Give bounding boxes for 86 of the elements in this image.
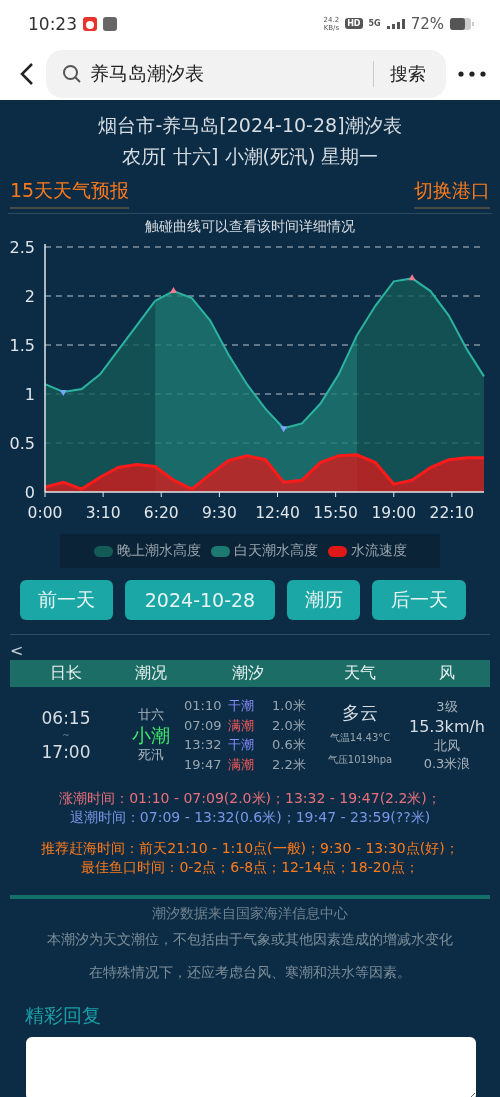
high-tide-marker — [170, 287, 177, 294]
advice-text: 0-2点；6-8点；12-14点；18-20点； — [179, 859, 419, 875]
axis-label: 0:00 — [27, 504, 63, 522]
temperature: 气温14.43°C — [329, 731, 391, 745]
advice-label: 最佳鱼口时间： — [81, 859, 180, 875]
legend-label: 白天潮水高度 — [233, 542, 318, 560]
search-button[interactable]: 搜索 — [373, 60, 432, 87]
tide-label: 退潮时间： — [69, 809, 140, 825]
advice-label: 推荐赶海时间： — [41, 840, 140, 856]
lunar-date: 农历[ 廿六] 小潮(死汛) 星期一 — [120, 144, 380, 169]
sunrise-time: 06:15 — [41, 708, 91, 728]
axis-label: 1 — [24, 385, 35, 404]
axis-label: 0.5 — [9, 434, 35, 453]
tide-label: 涨潮时间： — [59, 790, 130, 806]
column-header: 潮汐 — [231, 663, 265, 684]
advice-text: 前天21:10 - 1:10点(一般)；9:30 - 13:30点(好)； — [139, 840, 459, 856]
lunar-day: 廿六 — [138, 706, 164, 724]
column-header: 潮况 — [134, 663, 168, 684]
legend-swatch — [327, 545, 347, 557]
column-header: 日长 — [49, 663, 83, 684]
tide-time: 19:47 — [184, 755, 222, 774]
separator: ~ — [62, 729, 70, 742]
clock: 10:23 — [28, 13, 77, 34]
battery-level: 72% — [410, 14, 444, 33]
high-tide-marker — [408, 274, 416, 281]
app-icon — [83, 16, 97, 31]
search-field[interactable]: 养马岛潮汐表 搜索 — [46, 49, 446, 98]
axis-label: 9:30 — [201, 504, 237, 522]
wind-direction: 北风 — [434, 736, 460, 755]
disclaimer: 在特殊情况下，还应考虑台风、寒潮和洪水等因素。 — [88, 963, 412, 982]
tide-level: 小潮 — [132, 724, 170, 746]
air-pressure: 气压1019hpa — [327, 753, 393, 767]
signal-icon — [386, 18, 405, 29]
tide-height: 0.6米 — [272, 736, 307, 754]
axis-label: 2.5 — [9, 238, 35, 257]
hd-badge: HD — [345, 18, 363, 29]
axis-label: 15:50 — [313, 504, 358, 522]
source-note: 潮汐数据来自国家海洋信息中心 — [151, 904, 349, 923]
low-tide-marker — [280, 426, 288, 433]
disclaimer: 本潮汐为天文潮位，不包括由于气象或其他因素造成的增减水变化 — [46, 930, 454, 949]
tide-height: 1.0米 — [272, 697, 307, 715]
back-icon[interactable] — [20, 61, 34, 86]
tide-phase: 死汛 — [138, 746, 164, 764]
tide-period: 01:10 - 07:09(2.0米)；13:32 - 19:47(2.2米)； — [129, 790, 441, 806]
tide-type: 干潮 — [228, 697, 255, 715]
reply-field[interactable] — [26, 1037, 476, 1097]
legend-swatch — [210, 545, 230, 557]
column-header: 天气 — [343, 663, 377, 684]
tide-time: 07:09 — [184, 716, 222, 735]
more-icon[interactable] — [458, 70, 486, 77]
legend-swatch — [93, 545, 113, 557]
legend-label: 晚上潮水高度 — [116, 542, 201, 560]
network-type: 5G — [368, 19, 381, 28]
tide-time: 13:32 — [184, 736, 222, 754]
sunset-time: 17:00 — [41, 742, 91, 762]
axis-label: 19:00 — [371, 504, 417, 522]
link[interactable]: 切换港口 — [414, 178, 490, 209]
axis-label: 2 — [24, 287, 35, 306]
back-link[interactable]: < — [0, 635, 34, 660]
axis-label: 1.5 — [9, 336, 35, 355]
axis-label: 3:10 — [85, 504, 121, 522]
tide-type: 干潮 — [228, 736, 255, 754]
app-icon — [103, 16, 117, 31]
low-tide-marker — [59, 390, 67, 397]
tide-type: 满潮 — [228, 716, 255, 735]
wind-scale: 3级 — [436, 697, 458, 716]
wind-speed: 15.3km/h — [409, 715, 485, 737]
wave-height: 0.3米浪 — [423, 754, 471, 773]
tide-height: 2.0米 — [272, 716, 307, 735]
chart-hint: 触碰曲线可以查看该时间详细情况 — [144, 217, 356, 236]
weather-condition: 多云 — [342, 701, 378, 725]
axis-label: 6:20 — [143, 504, 179, 522]
tide-time: 01:10 — [184, 697, 222, 715]
page-title: 烟台市-养马岛[2024-10-28]潮汐表 — [97, 113, 403, 138]
search-icon — [62, 63, 82, 84]
link[interactable]: 15天天气预报 — [10, 178, 130, 209]
tide-type: 满潮 — [228, 755, 255, 774]
battery-icon — [450, 17, 474, 30]
tide-height: 2.2米 — [272, 755, 307, 774]
column-header: 风 — [438, 663, 456, 684]
replies-title: 精彩回复 — [24, 1003, 102, 1028]
axis-label: 22:10 — [429, 504, 475, 522]
legend-label: 水流速度 — [350, 542, 407, 560]
axis-label: 0 — [24, 483, 35, 502]
axis-label: 12:40 — [255, 504, 300, 522]
tide-period: 07:09 - 13:32(0.6米)；19:47 - 23:59(??米) — [139, 809, 431, 825]
